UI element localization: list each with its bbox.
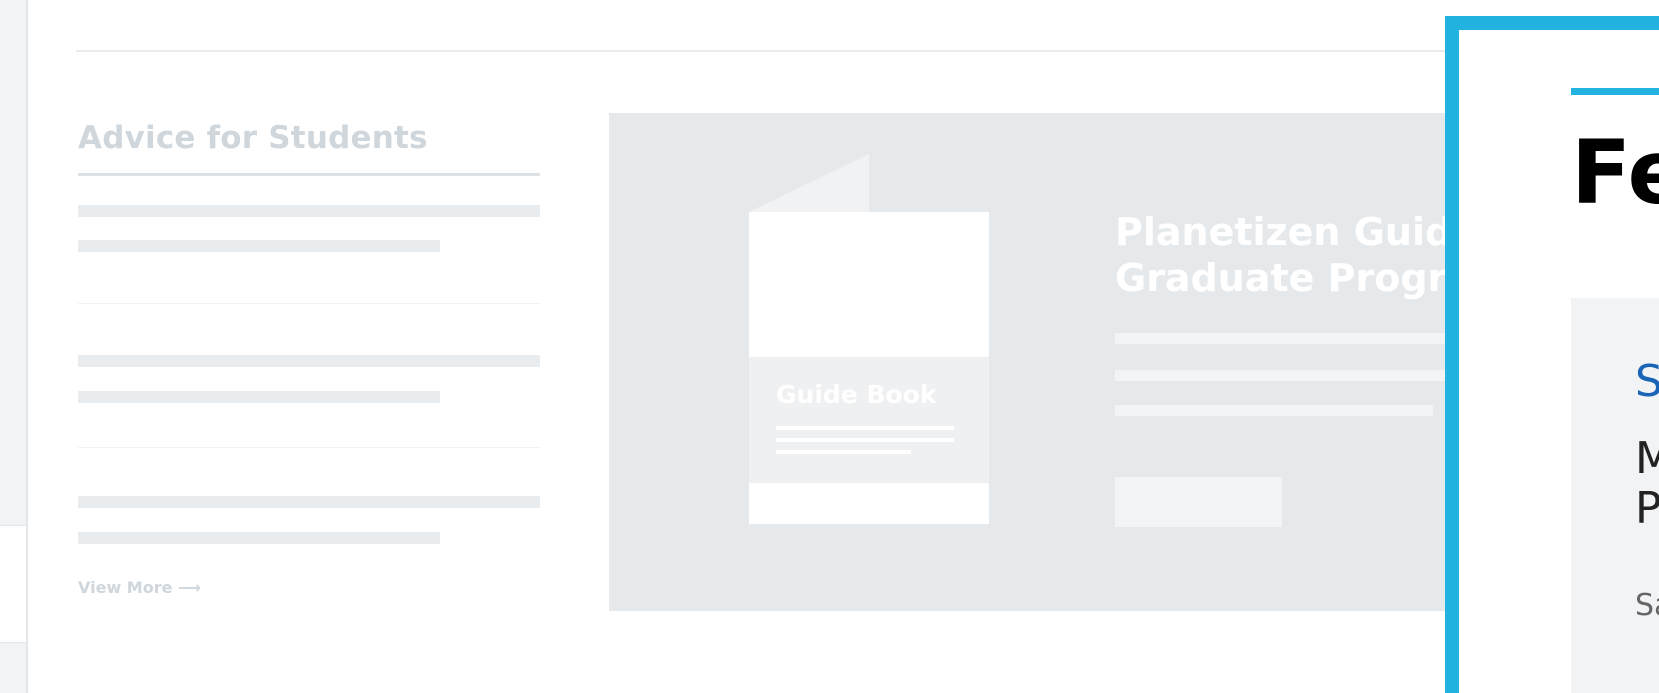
promo-title-line-2: Graduate Progr: [1115, 256, 1445, 300]
arrow-right-icon: ⟶: [178, 578, 201, 597]
featured-card-title-line-2: P: [1635, 483, 1659, 534]
featured-card-title-line-1: M: [1635, 434, 1659, 484]
advice-title: Advice for Students: [78, 120, 428, 156]
top-divider: [76, 50, 1446, 52]
featured-heading: Fe: [1571, 121, 1659, 224]
promo-skeleton-line: [1115, 405, 1433, 416]
book-label: Guide Book: [776, 380, 937, 409]
featured-card-title: M P: [1635, 434, 1659, 534]
promo-title-line-1: Planetizen Guid: [1115, 210, 1445, 254]
skeleton-line: [78, 355, 540, 367]
view-more-link[interactable]: View More ⟶: [78, 578, 201, 597]
book-text-line: [776, 450, 911, 454]
guide-promo-banner: Guide Book Planetizen Guid Graduate Prog…: [609, 113, 1445, 611]
promo-title: Planetizen Guid Graduate Progr: [1115, 209, 1445, 301]
featured-card-meta: Sa: [1635, 588, 1659, 623]
left-rail: [0, 0, 28, 693]
featured-card-link[interactable]: S: [1635, 356, 1659, 407]
book-cover-band: Guide Book: [749, 357, 989, 483]
book-text-line: [776, 426, 954, 430]
left-rail-panel: [0, 525, 26, 643]
book-text-line: [776, 438, 954, 442]
promo-button-placeholder[interactable]: [1115, 477, 1282, 527]
skeleton-line: [78, 532, 440, 544]
featured-accent-bar: [1571, 88, 1659, 95]
featured-card[interactable]: S M P Sa: [1571, 298, 1659, 693]
skeleton-line: [78, 391, 440, 403]
advice-title-rule: [78, 173, 540, 176]
guide-book-illustration: Guide Book: [749, 154, 989, 524]
book-cover-top: [749, 212, 989, 357]
list-divider: [78, 447, 540, 448]
skeleton-line: [78, 205, 540, 217]
skeleton-line: [78, 240, 440, 252]
list-divider: [78, 303, 540, 304]
book-cover-bottom: [749, 483, 989, 524]
skeleton-line: [78, 496, 540, 508]
promo-skeleton-line: [1115, 370, 1445, 381]
promo-skeleton-line: [1115, 333, 1445, 344]
advice-for-students-section: Advice for Students View More ⟶: [78, 118, 540, 597]
featured-panel: Fe S M P Sa: [1445, 16, 1659, 693]
book-flap: [749, 154, 869, 212]
view-more-label: View More: [78, 578, 173, 597]
